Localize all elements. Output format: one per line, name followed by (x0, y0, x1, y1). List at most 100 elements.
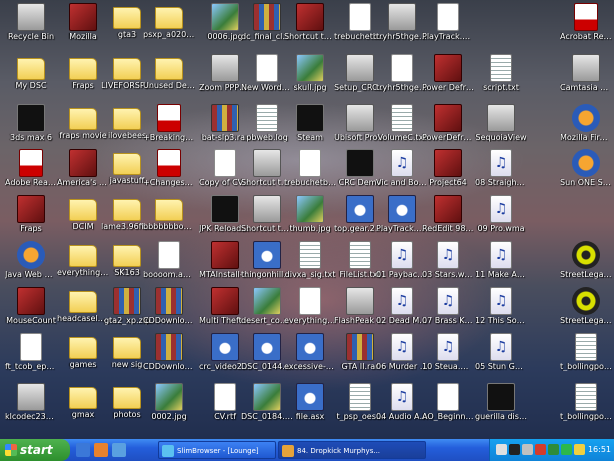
desktop-icon-92[interactable]: 05 Stun Gun.wma (475, 330, 527, 383)
taskbar: start SlimBrowser - [Lounge] 84. Dropkick… (0, 439, 614, 461)
start-button[interactable]: start (0, 439, 70, 461)
desktop-icon-104[interactable]: guerilla disco.veg (475, 380, 527, 433)
desktop-icon-label: 0002.jpg (151, 412, 187, 421)
desktop-icon-91[interactable]: 10 Steua.wma (422, 330, 474, 383)
desktop-icon-label: 02 Dead Man Walking.wma (376, 316, 428, 325)
messenger-tray-icon[interactable] (561, 444, 572, 455)
folder-icon (155, 7, 183, 29)
winamp-icon (282, 445, 294, 457)
desktop-icon-105[interactable]: t_bollingpoi... (560, 380, 612, 433)
security-tray-icon[interactable] (535, 444, 546, 455)
image-file-icon (253, 383, 281, 411)
task-button[interactable]: SlimBrowser - [Lounge] (158, 441, 276, 459)
desktop-icon-103[interactable]: AO_Beginne... (422, 380, 474, 433)
java-icon (17, 241, 45, 269)
document-icon (391, 54, 413, 82)
folder-icon (113, 245, 141, 267)
desktop-icon-label: Sun ONE Studio 5 SE (560, 178, 612, 187)
crc-icon (346, 149, 374, 177)
desktop-icon-9[interactable]: PlayTrack.aspx R1_Xmas_lec... (422, 0, 474, 53)
media-file-icon (296, 333, 324, 361)
desktop-icon-100[interactable]: file.asx (284, 380, 336, 433)
audio-file-icon (490, 241, 512, 269)
image-file-icon (155, 383, 183, 411)
desktop-icon-14[interactable]: Unused Deskto... (143, 51, 195, 104)
desktop-icon-label: 09 Pro.wma (477, 224, 525, 233)
audio-file-icon (490, 333, 512, 361)
desktop-icon-10[interactable]: Acrobat Reader 5.0 (560, 0, 612, 53)
text-file-icon (575, 383, 597, 411)
desktop-icon-label: skull.jpg (293, 83, 327, 92)
desktop-icon-8[interactable]: tryhr5thgeh... (376, 0, 428, 53)
sequoiaview-icon (487, 104, 515, 132)
audio-file-icon (437, 287, 459, 315)
media-file-icon (253, 241, 281, 269)
desktop-icon-11[interactable]: My DSC (5, 51, 57, 104)
steam-tray-icon[interactable] (509, 444, 520, 455)
folder-icon (113, 337, 141, 359)
desktop-icon-label: 04 Audio Amigos.wma (376, 412, 428, 421)
desktop-icon-82[interactable]: ft_tcob_ep2... (5, 330, 57, 383)
task-button[interactable]: 84. Dropkick Murphys... (278, 441, 426, 459)
volume-tray-icon[interactable] (522, 444, 533, 455)
desktop-icon-label: 08 Straight Jacket.wma (475, 178, 527, 187)
desktop-icon-3[interactable]: psxp_a0206... (143, 0, 195, 53)
desktop-icon-46[interactable]: Sun ONE Studio 5 SE (560, 146, 612, 199)
desktop-icon-label: excessive-s... (284, 362, 336, 371)
archive-icon (346, 333, 374, 361)
recycle-bin-icon (17, 3, 45, 31)
media-player-icon[interactable] (112, 443, 126, 457)
archive-icon (113, 287, 141, 315)
desktop-icon-17[interactable]: skull.jpg (284, 51, 336, 104)
desktop-icon-label: Unused Deskto... (143, 81, 195, 90)
desktop-icon-90[interactable]: 06 Murder Frenzy.wma (376, 330, 428, 383)
image-file-icon (253, 287, 281, 315)
desktop-icon-20[interactable]: Power Defragment... (422, 51, 474, 104)
desktop-icon-93[interactable]: t_bollingpoi... (560, 330, 612, 383)
desktop-icon-label: CDDownload... (143, 362, 195, 371)
defrag-icon (434, 54, 462, 82)
fraps-icon (17, 195, 45, 223)
desktop-icon-label: Adobe Reader 6.0 (5, 178, 57, 187)
desktop-icon-97[interactable]: 0002.jpg (143, 380, 195, 433)
desktop-icon-label: RedEdit 98 -Professional (422, 224, 474, 233)
desktop-icon-94[interactable]: klcodec235f... (5, 380, 57, 433)
media-file-icon (388, 195, 416, 223)
network-tray-icon[interactable] (496, 444, 507, 455)
image-file-icon (211, 3, 239, 31)
archive-icon (155, 287, 183, 315)
media-file-icon (346, 195, 374, 223)
desktop-icon-0[interactable]: Recycle Bin (5, 0, 57, 53)
desktop-icon-22[interactable]: Camtasia Studio 2 (560, 51, 612, 104)
desktop-icon-label: Acrobat Reader 5.0 (560, 32, 612, 41)
desktop-icon[interactable] (76, 443, 90, 457)
antivirus-tray-icon[interactable] (548, 444, 559, 455)
3ds-max-icon (17, 104, 45, 132)
desktop-icon-label: boooom.avi.sfk (143, 270, 195, 279)
folder-icon (17, 58, 45, 80)
firefox-icon[interactable] (94, 443, 108, 457)
text-file-icon (256, 104, 278, 132)
desktop-icon-label: tryhr5thgeh... (376, 32, 428, 41)
folder-icon (113, 153, 141, 175)
desktop-icon-88[interactable]: excessive-s... (284, 330, 336, 383)
desktop-icon-19[interactable]: tryhr5thgeh... (376, 51, 428, 104)
desktop-icon-6[interactable]: Shortcut to ra2.exe (284, 0, 336, 53)
desktop-icon-label: trebuchetbu... (284, 178, 336, 187)
desktop-icon-21[interactable]: script.txt (475, 51, 527, 104)
text-file-icon (299, 241, 321, 269)
slimbrowser-icon (162, 445, 174, 457)
image-file-icon (296, 54, 324, 82)
folder-icon (69, 291, 97, 313)
desktop-icon-85[interactable]: CDDownload... (143, 330, 195, 383)
desktop-icon-102[interactable]: 04 Audio Amigos.wma (376, 380, 428, 433)
desktop-icon-label: VolumeC.txt (377, 133, 427, 142)
tray-app-icon[interactable] (574, 444, 585, 455)
desktop-icon-label: MouseCount (6, 316, 56, 325)
audio-file-icon (490, 195, 512, 223)
desktop-icon-label: Steam (297, 133, 323, 142)
ubisoft-icon (346, 104, 374, 132)
slimbrowser-icon (346, 287, 374, 315)
desktop-icon-label: PowerDefra... (422, 133, 474, 142)
folder-icon (113, 58, 141, 80)
